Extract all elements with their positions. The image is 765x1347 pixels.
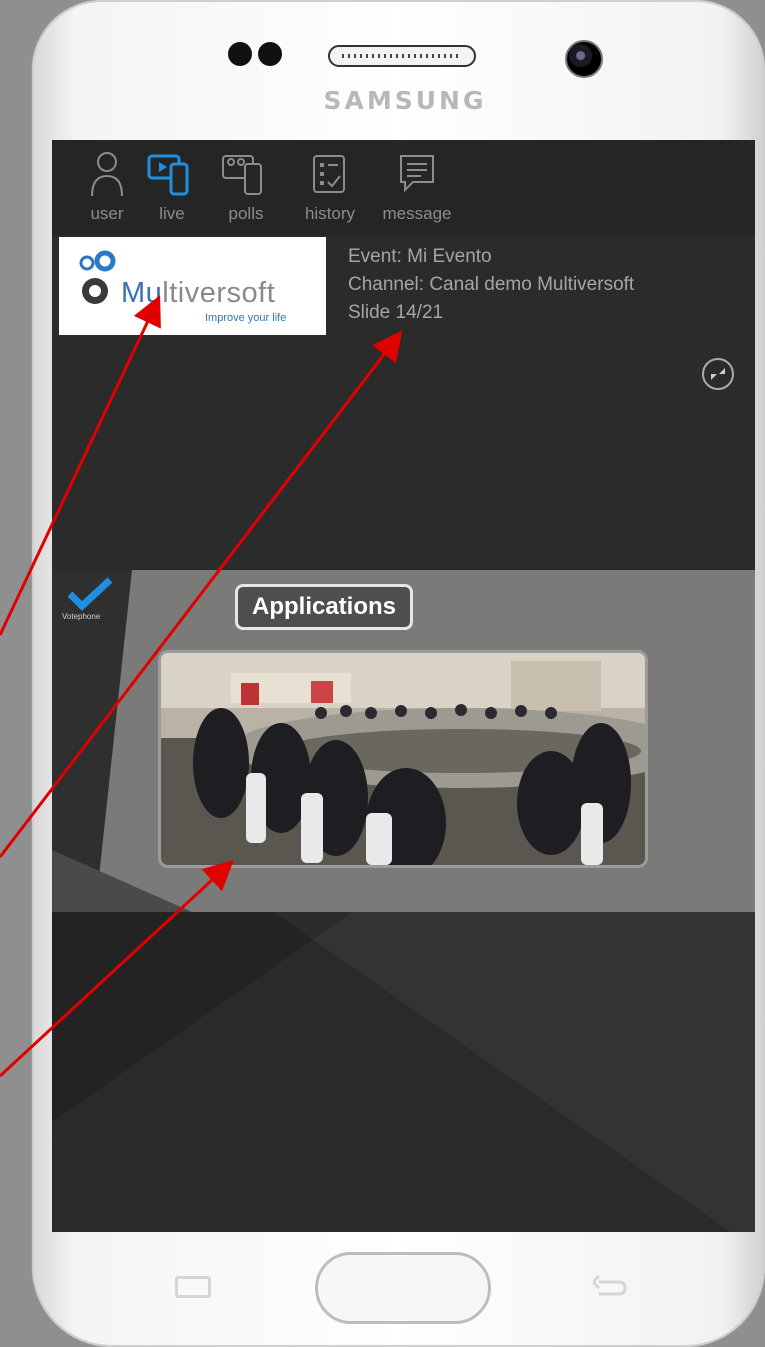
- slide-counter: Slide 14/21: [348, 302, 444, 323]
- top-nav: user live polls history message: [52, 140, 755, 235]
- nav-item-live[interactable]: live: [144, 150, 200, 235]
- logo-wordmark-rest: ltiversoft: [162, 277, 276, 309]
- nav-item-user[interactable]: user: [80, 150, 134, 235]
- nav-label-message: message: [382, 204, 452, 223]
- sponsor-logo: Multiversoft Improve your life: [59, 237, 326, 335]
- meeting-photo-illustration: [161, 653, 645, 865]
- fullscreen-toggle-button[interactable]: [702, 358, 734, 390]
- live-icon: [147, 154, 189, 196]
- nav-label-live: live: [159, 204, 185, 223]
- logo-wordmark-prefix: Mu: [121, 277, 163, 309]
- sensor-dots: [228, 42, 292, 70]
- back-icon[interactable]: [593, 1272, 629, 1298]
- app-screen: user live polls history message Multiver…: [52, 140, 755, 1232]
- expand-icon: [711, 368, 725, 380]
- user-icon: [91, 152, 123, 197]
- meeting-photo: [158, 650, 648, 868]
- message-icon: [400, 155, 434, 193]
- logo-tagline: Improve your life: [205, 312, 287, 324]
- home-button[interactable]: [315, 1252, 491, 1324]
- slide-watermark: Votephone: [62, 612, 101, 621]
- presentation-slide: Votephone Applications: [52, 570, 755, 912]
- nav-label-polls: polls: [228, 204, 264, 223]
- slide-title: Applications: [235, 584, 414, 630]
- history-icon: [313, 155, 345, 193]
- device-brand: SAMSUNG: [323, 86, 487, 115]
- nav-label-user: user: [90, 204, 124, 223]
- earpiece-speaker: [328, 45, 476, 67]
- logo-wordmark: Multiversoft: [121, 277, 275, 310]
- nav-item-message[interactable]: message: [372, 150, 462, 235]
- nav-label-history: history: [304, 204, 356, 223]
- nav-item-polls[interactable]: polls: [218, 150, 274, 235]
- recent-apps-button[interactable]: [175, 1276, 211, 1298]
- polls-icon: [222, 155, 262, 195]
- front-camera-icon: [565, 40, 603, 78]
- event-info: Event: Mi Evento Channel: Canal demo Mul…: [348, 243, 634, 327]
- nav-item-history[interactable]: history: [294, 150, 366, 235]
- event-name: Event: Mi Evento: [348, 246, 492, 267]
- check-icon: [67, 577, 113, 611]
- channel-name: Channel: Canal demo Multiversoft: [348, 274, 635, 295]
